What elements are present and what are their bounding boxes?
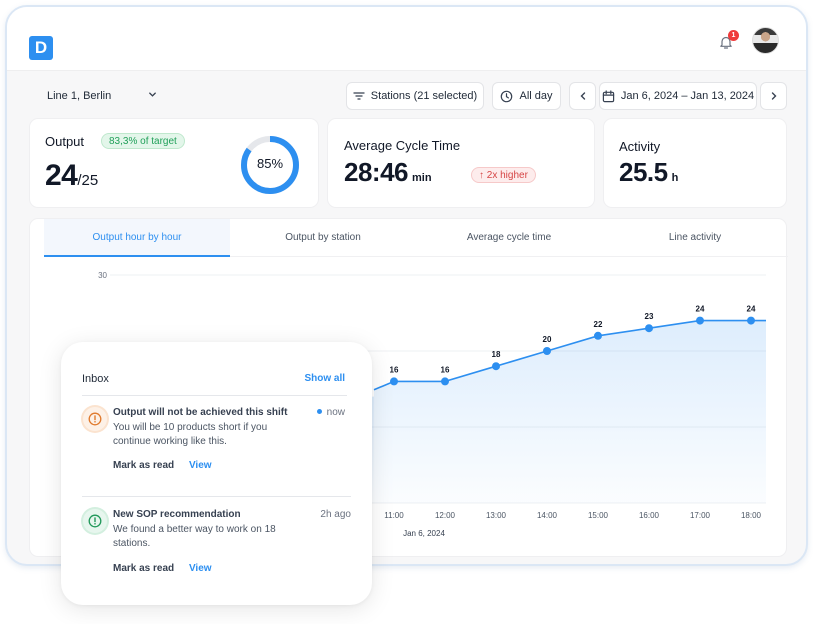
data-point xyxy=(492,362,500,371)
clock-icon xyxy=(501,90,513,102)
activity-unit: h xyxy=(671,172,679,184)
inbox-divider xyxy=(82,496,351,497)
x-tick-label: 13:00 xyxy=(486,511,507,520)
data-label: 18 xyxy=(492,350,501,359)
inbox-panel: Inbox Show all Output will not be achiev… xyxy=(61,342,372,605)
message-time-label: now xyxy=(326,407,345,418)
chevron-right-icon xyxy=(771,92,776,100)
message-actions: Mark as read View xyxy=(113,460,212,471)
output-count: 24 xyxy=(45,159,78,192)
time-filter-label: All day xyxy=(519,90,553,102)
data-label: 23 xyxy=(645,312,654,321)
data-point xyxy=(543,347,551,355)
info-icon xyxy=(83,509,107,533)
cycle-time-value: 28:46 min xyxy=(344,157,432,188)
cycle-time-unit: min xyxy=(412,172,432,184)
filter-icon xyxy=(353,92,365,100)
previous-range-button[interactable] xyxy=(569,82,596,110)
output-value: 24/25 xyxy=(45,159,98,193)
message-actions: Mark as read View xyxy=(113,563,212,574)
x-tick-label: 16:00 xyxy=(639,511,660,520)
x-tick-label: 12:00 xyxy=(435,511,456,520)
next-range-button[interactable] xyxy=(760,82,787,110)
x-tick-label: 15:00 xyxy=(588,511,609,520)
x-tick-label: 14:00 xyxy=(537,511,558,520)
inbox-title: Inbox xyxy=(82,373,109,385)
message-title: Output will not be achieved this shift xyxy=(113,407,288,418)
message-time: 2h ago xyxy=(320,509,351,520)
data-point xyxy=(441,377,449,386)
x-tick-label: 11:00 xyxy=(384,511,404,520)
output-card: Output 83,3% of target 24/25 85% xyxy=(29,118,319,208)
inbox-divider xyxy=(82,395,347,396)
data-point xyxy=(594,331,602,340)
top-bar: D xyxy=(7,7,806,71)
cycle-time-title: Average Cycle Time xyxy=(344,138,461,153)
mark-as-read-button[interactable]: Mark as read xyxy=(113,460,174,471)
view-message-link[interactable]: View xyxy=(189,460,212,471)
date-range-label: Jan 6, 2024 – Jan 13, 2024 xyxy=(620,90,755,102)
date-range-picker[interactable]: Jan 6, 2024 – Jan 13, 2024 xyxy=(599,82,757,110)
user-avatar[interactable] xyxy=(752,27,779,54)
data-label: 16 xyxy=(441,365,450,374)
donut-percent-label: 85% xyxy=(256,156,284,171)
message-body: You will be 10 products short if you con… xyxy=(113,422,268,447)
x-tick-label: 17:00 xyxy=(690,511,711,520)
filter-bar: Line 1, Berlin Stations (21 selected) Al… xyxy=(7,81,806,111)
x-date-label: Jan 6, 2024 xyxy=(403,529,445,538)
data-point xyxy=(696,316,704,325)
message-title: New SOP recommendation xyxy=(113,509,241,520)
y-tick-label: 30 xyxy=(98,271,107,280)
stations-filter-button[interactable]: Stations (21 selected) xyxy=(346,82,484,110)
data-label: 20 xyxy=(543,335,552,344)
stations-filter-label: Stations (21 selected) xyxy=(370,90,478,102)
warning-icon xyxy=(83,407,107,431)
output-target-badge: 83,3% of target xyxy=(101,133,185,149)
data-label: 24 xyxy=(747,305,756,314)
activity-value: 25.5 h xyxy=(619,157,678,188)
notification-badge: 1 xyxy=(728,30,739,41)
message-time: now xyxy=(316,407,345,418)
show-all-link[interactable]: Show all xyxy=(304,373,345,384)
cycle-time-card: Average Cycle Time 28:46 min ↑ 2x higher xyxy=(327,118,595,208)
area-fill xyxy=(374,320,766,503)
view-message-link[interactable]: View xyxy=(189,563,212,574)
activity-number: 25.5 xyxy=(619,157,668,187)
activity-card: Activity 25.5 h xyxy=(603,118,787,208)
time-filter-button[interactable]: All day xyxy=(492,82,561,110)
cycle-time-trend-badge: ↑ 2x higher xyxy=(471,167,536,183)
app-logo[interactable]: D xyxy=(29,36,53,60)
output-title: Output xyxy=(45,134,85,149)
data-point xyxy=(747,316,755,325)
mark-as-read-button[interactable]: Mark as read xyxy=(113,563,174,574)
chevron-down-icon[interactable] xyxy=(147,89,158,103)
data-point xyxy=(390,377,398,386)
unread-indicator xyxy=(316,408,322,414)
cycle-time-number: 28:46 xyxy=(344,157,409,187)
activity-title: Activity xyxy=(619,139,661,154)
data-label: 24 xyxy=(696,305,705,314)
calendar-icon xyxy=(602,89,615,102)
data-label: 16 xyxy=(390,365,399,374)
data-point xyxy=(645,324,653,333)
message-body: We found a better way to work on 18 stat… xyxy=(113,524,276,549)
output-target: /25 xyxy=(77,172,99,189)
line-select[interactable]: Line 1, Berlin xyxy=(47,90,111,102)
data-label: 22 xyxy=(594,320,603,329)
x-tick-label: 18:00 xyxy=(741,511,762,520)
chevron-left-icon xyxy=(580,92,585,100)
